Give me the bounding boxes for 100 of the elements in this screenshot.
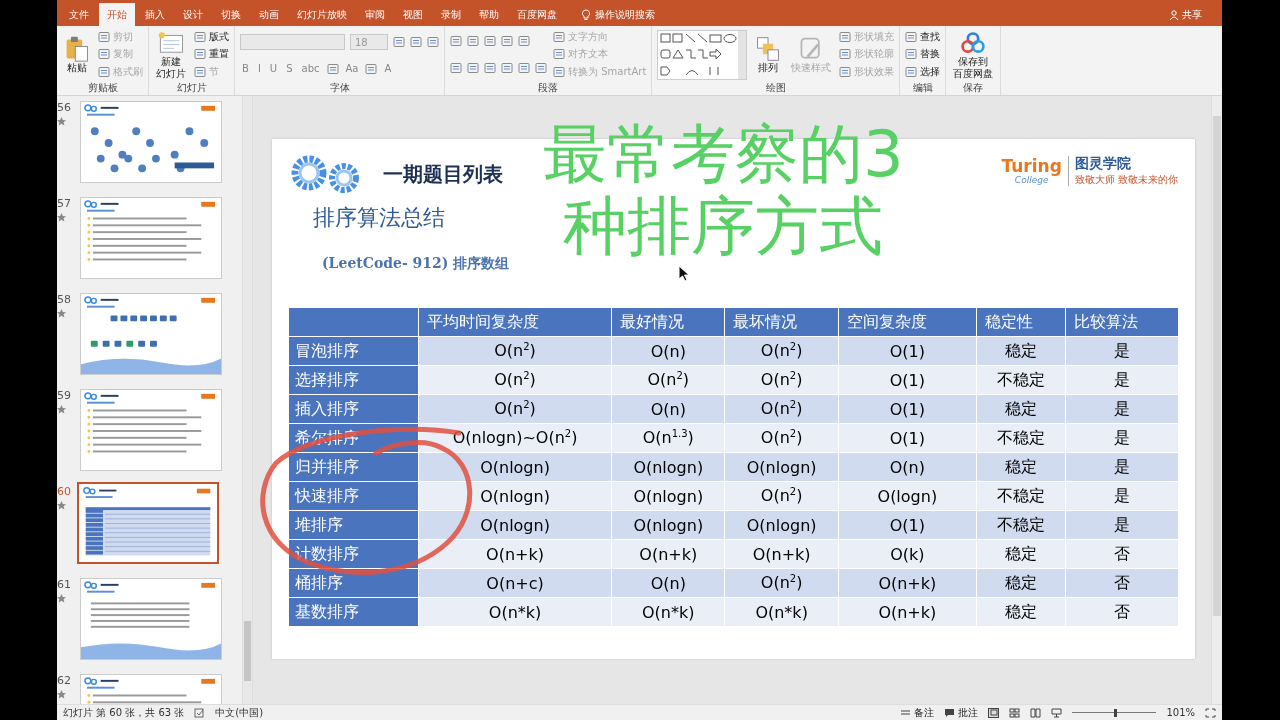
table-cell: 是: [1065, 366, 1178, 394]
problem-title: (LeetCode- 912) 排序数组: [322, 255, 510, 273]
slide-thumbnail[interactable]: [80, 578, 222, 660]
table-cell: O(1): [838, 395, 976, 423]
format-button[interactable]: U: [267, 63, 280, 75]
toolbar-icon: [839, 48, 852, 61]
toolbar-icon: [501, 35, 513, 48]
slide-number: 58: [57, 293, 71, 306]
column-header: 平均时间复杂度: [419, 308, 612, 336]
logo-wordmark: Turing: [1001, 157, 1062, 175]
table-cell: O(n*k): [419, 598, 612, 626]
toolbar-icon: [905, 66, 918, 79]
language-label[interactable]: 中文(中国): [215, 705, 264, 720]
logo-tagline: 致敬大师 致敬未来的你: [1074, 173, 1178, 187]
toolbar-icon: [98, 48, 110, 61]
toolbar-icon: [553, 30, 565, 43]
overlay-caption: 最常考察的3: [543, 118, 904, 190]
column-header: 最好情况: [612, 308, 725, 336]
toolbar-icon: [839, 30, 852, 43]
comments-button[interactable]: 批注: [944, 705, 979, 720]
table-cell: O(k): [838, 540, 976, 568]
slide-thumbnail[interactable]: [80, 197, 222, 279]
ribbon-button[interactable]: 重置: [194, 47, 229, 62]
table-cell: O(n*k): [725, 598, 838, 626]
slide-thumbnail[interactable]: [77, 482, 219, 564]
scrollbar[interactable]: [242, 96, 252, 704]
slide-thumbnail[interactable]: [80, 293, 222, 375]
format-button[interactable]: I: [255, 63, 263, 75]
table-cell: O(nlogn)~O(n$^{2}$): [419, 424, 612, 452]
table-cell: O(n+k): [838, 598, 976, 626]
notes-button[interactable]: 备注: [900, 705, 935, 720]
spellcheck-icon[interactable]: [194, 707, 206, 718]
ribbon-button[interactable]: 版式: [194, 29, 229, 44]
format-button[interactable]: A: [382, 63, 394, 75]
shapes-gallery[interactable]: [657, 29, 748, 80]
ribbon-tab[interactable]: 文件: [61, 4, 97, 26]
font-name-field[interactable]: [240, 34, 345, 51]
table-cell: O(1): [838, 511, 976, 539]
toolbar-icon: [905, 30, 918, 43]
ribbon-button[interactable]: 排列: [753, 35, 784, 74]
ribbon-tab[interactable]: 帮助: [471, 4, 507, 26]
grid-view-icon[interactable]: [1009, 707, 1021, 718]
table-cell: O(n$^{2}$): [419, 395, 612, 423]
row-header: 基数排序: [289, 598, 418, 626]
format-button[interactable]: Aa: [343, 63, 361, 75]
table-cell: O(1): [838, 424, 976, 452]
group-label: 保存: [962, 81, 985, 95]
ribbon-button[interactable]: 保存到 百度网盘: [951, 29, 996, 80]
person-icon: [1169, 10, 1179, 20]
clipboard-icon: [64, 35, 90, 62]
slideshow-icon[interactable]: [1051, 707, 1063, 718]
ribbon-tab[interactable]: 视图: [395, 4, 431, 26]
zoom-level[interactable]: 101%: [1166, 707, 1195, 718]
toolbar-icon: [535, 61, 547, 74]
overlay-caption: 种排序方式: [563, 190, 884, 262]
table-cell: 否: [1065, 540, 1178, 568]
slide-number: 59: [57, 389, 71, 402]
toolbar-icon: [484, 61, 496, 74]
row-header: 堆排序: [289, 511, 418, 539]
book-icon[interactable]: [1030, 707, 1042, 718]
new-slide-icon: [158, 29, 184, 56]
column-header: 最坏情况: [725, 308, 838, 336]
slide-thumbnail[interactable]: [80, 389, 222, 471]
toolbar-icon: [484, 35, 496, 48]
ribbon-tab[interactable]: 录制: [433, 4, 469, 26]
slide-number: 60: [57, 485, 71, 498]
slide-thumbnail[interactable]: [80, 101, 222, 183]
ribbon-button[interactable]: 粘贴: [62, 35, 92, 74]
ribbon-button[interactable]: 替换: [905, 47, 941, 62]
font-size-field[interactable]: 18: [350, 34, 388, 51]
format-button[interactable]: B: [240, 63, 251, 75]
ribbon-tab[interactable]: 动画: [251, 4, 287, 26]
ribbon-tab[interactable]: 开始: [99, 3, 135, 26]
ribbon-tab[interactable]: 设计: [175, 4, 211, 26]
ribbon-tab[interactable]: 审阅: [357, 4, 393, 26]
ribbon-tab[interactable]: 百度网盘: [509, 4, 565, 26]
group-label: 字体: [328, 81, 351, 95]
tell-me-search[interactable]: 操作说明搜索: [575, 4, 661, 26]
ribbon-button[interactable]: 查找: [905, 29, 941, 44]
logo-subtext: College: [1014, 175, 1049, 185]
table-cell: 稳定: [976, 598, 1065, 626]
ribbon-tab[interactable]: 幻灯片放映: [289, 4, 355, 26]
row-header: 桶排序: [289, 569, 418, 597]
ribbon-button[interactable]: 新建 幻灯片: [154, 29, 188, 80]
table-cell: O(nlogn): [612, 453, 725, 481]
ribbon-button[interactable]: 选择: [905, 65, 941, 80]
fit-icon[interactable]: [1205, 707, 1216, 718]
share-button[interactable]: 共享: [1163, 4, 1208, 26]
table-cell: 是: [1065, 337, 1178, 365]
zoom-slider[interactable]: [1072, 707, 1157, 718]
star-icon: [57, 309, 66, 318]
ribbon-tab[interactable]: 插入: [137, 4, 173, 26]
scrollbar[interactable]: [1211, 96, 1222, 704]
format-button[interactable]: abc: [299, 63, 322, 75]
ribbon-tab[interactable]: 切换: [213, 4, 249, 26]
format-button[interactable]: S: [284, 63, 295, 75]
table-cell: O(n$^{2}$): [419, 337, 612, 365]
slide-position: 幻灯片 第 60 张，共 63 张: [63, 705, 185, 720]
normal-view-icon[interactable]: [988, 707, 1000, 718]
slide-subtitle: 排序算法总结: [313, 204, 446, 232]
